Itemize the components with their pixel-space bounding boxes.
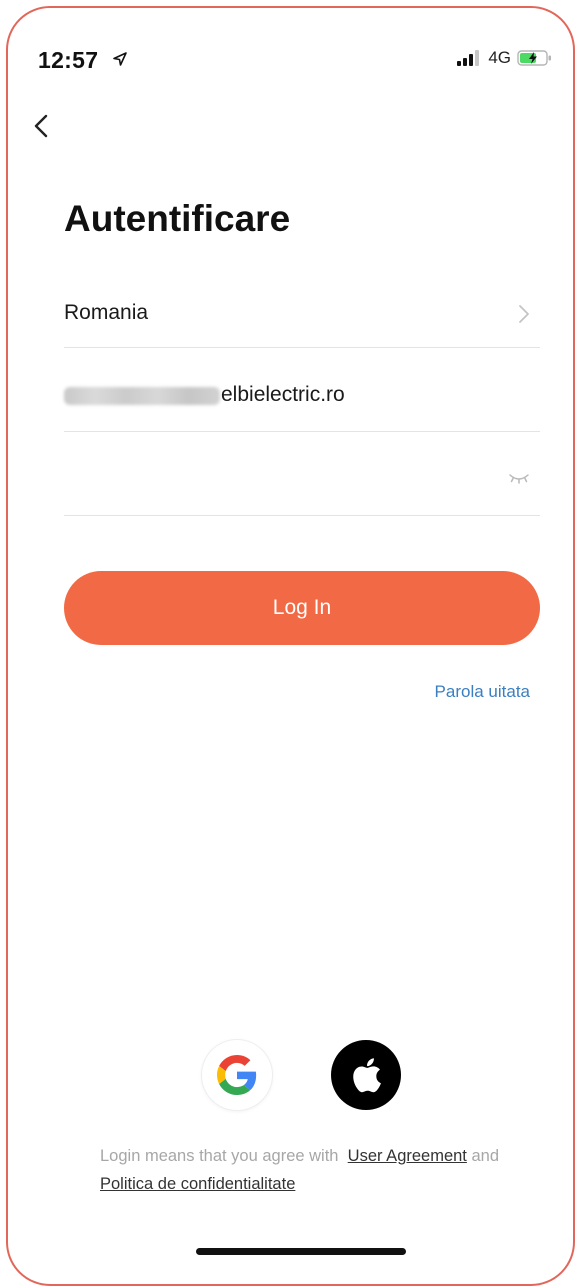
privacy-policy-link[interactable]: Politica de confidentialitate [100, 1175, 295, 1193]
email-redacted-blur [64, 387, 220, 405]
page-title: Autentificare [64, 198, 291, 239]
agreement-text: Login means that you agree with User Agr… [100, 1142, 520, 1198]
back-button[interactable] [28, 108, 58, 144]
location-arrow-icon [113, 52, 127, 66]
country-selector[interactable]: Romania [64, 264, 540, 348]
user-agreement-link[interactable]: User Agreement [348, 1147, 467, 1165]
agreement-prefix: Login means that you agree with [100, 1147, 339, 1165]
chevron-right-icon [519, 305, 529, 323]
apple-login-button[interactable] [331, 1040, 401, 1110]
forgot-password-link[interactable]: Parola uitata [435, 682, 530, 702]
home-indicator[interactable] [196, 1248, 406, 1255]
password-input[interactable] [64, 460, 488, 502]
email-field[interactable]: elbielectric.ro [64, 348, 540, 432]
network-type: 4G [488, 48, 511, 67]
status-indicators: 4G [456, 48, 553, 68]
cellular-signal-icon [457, 50, 480, 66]
country-value: Romania [64, 301, 149, 324]
password-field[interactable] [64, 432, 540, 516]
status-time: 12:57 [38, 47, 99, 73]
google-login-button[interactable] [202, 1040, 272, 1110]
eye-closed-icon[interactable] [508, 472, 530, 486]
google-icon [217, 1055, 257, 1095]
agreement-conjunction: and [471, 1147, 500, 1165]
login-button[interactable]: Log In [64, 571, 540, 645]
phone-frame: 12:57 4G Autentificare Romania elbielect… [6, 6, 575, 1286]
apple-icon [353, 1058, 381, 1093]
chevron-left-icon [34, 114, 48, 138]
battery-charging-icon [517, 50, 551, 66]
email-value: elbielectric.ro [221, 383, 345, 406]
